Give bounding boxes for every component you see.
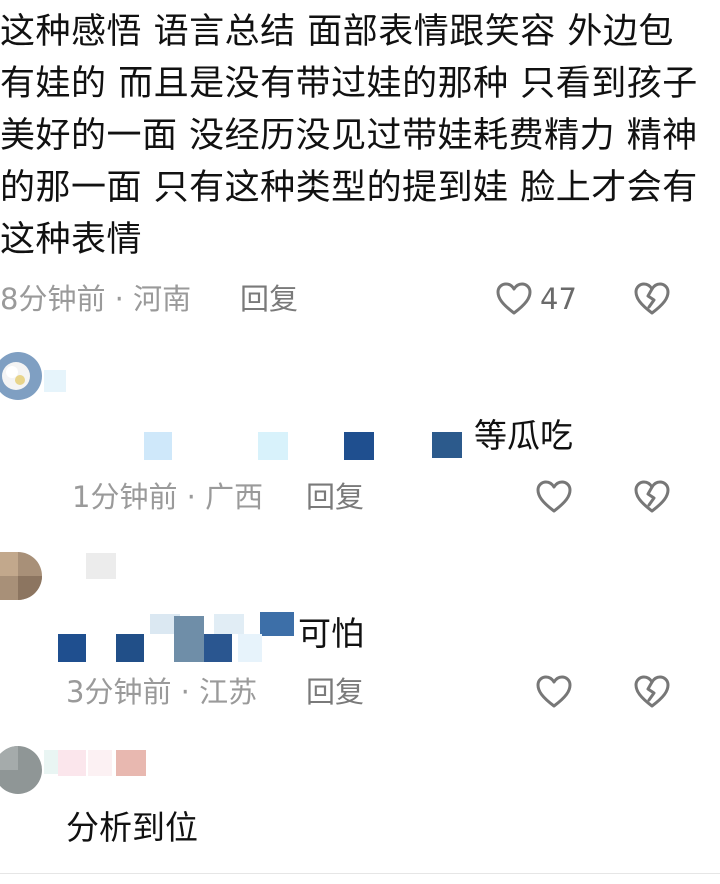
like-button[interactable] — [536, 475, 572, 519]
avatar[interactable] — [0, 746, 42, 794]
like-button[interactable]: 47 — [496, 277, 577, 321]
comment-meta-row: 8分钟前 · 河南 回复 47 — [0, 277, 720, 321]
reply-text: 可怕 — [298, 614, 364, 653]
mention-mosaic — [204, 634, 232, 662]
username-mosaic — [88, 750, 112, 776]
reply-text: 等瓜吃 — [474, 416, 573, 455]
mention-mosaic — [214, 614, 244, 634]
avatar[interactable] — [0, 552, 42, 600]
heart-outline-icon — [536, 675, 572, 708]
broken-heart-icon — [634, 480, 670, 513]
reply-button[interactable]: 回复 — [306, 670, 364, 714]
mention-mosaic — [116, 634, 144, 662]
username-mosaic — [116, 750, 146, 776]
mention-mosaic — [144, 432, 172, 460]
heart-outline-icon — [536, 480, 572, 513]
reply-meta-row: 1分钟前 · 广西 回复 — [0, 475, 720, 519]
mention-mosaic — [258, 432, 288, 460]
reply-time-location: 1分钟前 · 广西 — [72, 480, 264, 514]
heart-outline-icon — [496, 282, 532, 315]
comment-time-location: 8分钟前 · 河南 — [0, 282, 192, 316]
reply-meta-row: 3分钟前 · 江苏 回复 — [0, 670, 720, 714]
dislike-button[interactable] — [634, 670, 670, 714]
mention-mosaic — [432, 432, 462, 458]
comment-text: 这种感悟 语言总结 面部表情跟笑容 外边包有娃的 而且是没有带过娃的那种 只看到… — [0, 12, 698, 260]
avatar[interactable] — [0, 352, 42, 400]
divider — [0, 873, 720, 874]
reply-time-location: 3分钟前 · 江苏 — [66, 675, 258, 709]
username-mosaic — [86, 553, 116, 579]
broken-heart-icon — [634, 675, 670, 708]
reply-text: 分析到位 — [66, 808, 198, 847]
dislike-button[interactable] — [634, 277, 670, 321]
mention-mosaic — [344, 432, 374, 460]
username-mosaic — [58, 750, 86, 776]
mention-mosaic — [174, 616, 204, 662]
reply-button[interactable]: 回复 — [240, 277, 298, 321]
mention-mosaic — [260, 612, 294, 636]
username-mosaic — [44, 370, 66, 392]
dislike-button[interactable] — [634, 475, 670, 519]
mention-mosaic — [238, 634, 262, 662]
mention-mosaic — [58, 634, 86, 662]
reply-button[interactable]: 回复 — [306, 475, 364, 519]
broken-heart-icon — [634, 282, 670, 315]
like-count: 47 — [540, 282, 577, 316]
like-button[interactable] — [536, 670, 572, 714]
